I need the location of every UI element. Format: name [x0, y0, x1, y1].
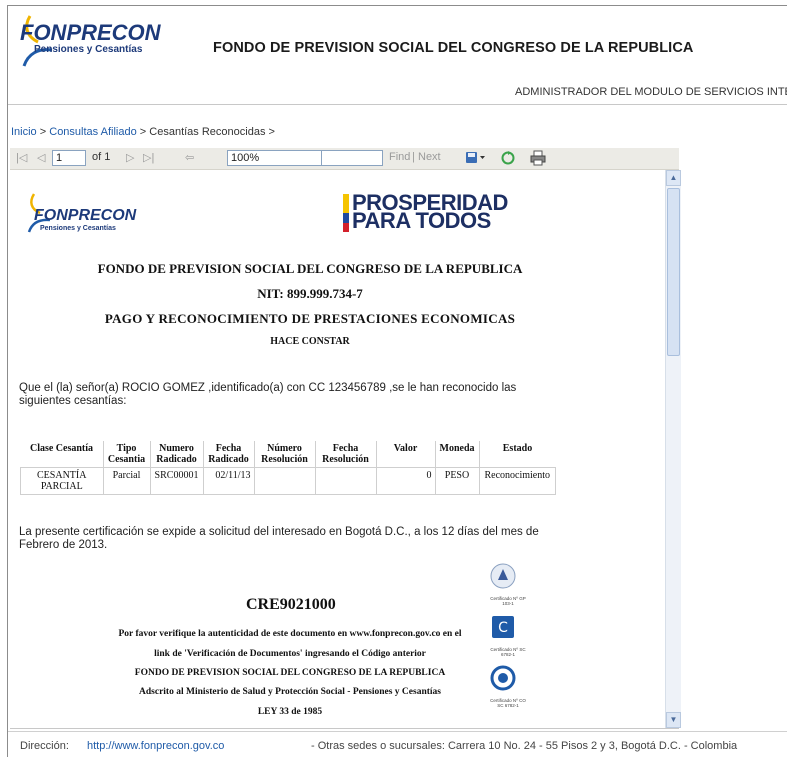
- report-viewport[interactable]: FONPRECON Pensiones y Cesantías PROSPERI…: [10, 170, 679, 729]
- other-offices-text: - Otras sedes o sucursales: Carrera 10 N…: [311, 740, 738, 752]
- cesantias-table: Clase Cesantía Tipo Cesantia Numero Radi…: [20, 441, 556, 495]
- certification-seal-icon: [490, 563, 516, 589]
- table-cell: Reconocimiento: [478, 467, 556, 495]
- certification-seal-icon: [490, 665, 516, 691]
- table-cell: [314, 467, 377, 495]
- breadcrumb-separator: >: [268, 126, 275, 138]
- footer-line: LEY 33 de 1985: [257, 707, 323, 717]
- table-cell: Parcial: [102, 467, 151, 495]
- certification-label: Certificado Nº SC 6782-1: [490, 647, 526, 657]
- logo-wordmark: FONPRECON: [20, 20, 161, 45]
- certification-seals: Certificado Nº GP 103-1 C Certificado Nº…: [490, 563, 526, 716]
- next-page-icon[interactable]: ▷: [126, 151, 134, 164]
- page-title: FONDO DE PREVISION SOCIAL DEL CONGRESO D…: [213, 40, 694, 56]
- column-header: Numero Radicado: [149, 441, 203, 468]
- find-next-link[interactable]: Next: [418, 151, 441, 163]
- table-cell: SRC00001: [149, 467, 204, 495]
- certification-label: Certificado Nº GP 103-1: [490, 596, 526, 606]
- website-link[interactable]: http://www.fonprecon.gov.co: [87, 740, 224, 752]
- footer-bar: Dirección: http://www.fonprecon.gov.co -…: [8, 731, 787, 758]
- column-header: Clase Cesantía: [29, 443, 94, 454]
- report-entity-title: FONDO DE PREVISION SOCIAL DEL CONGRESO D…: [97, 261, 523, 276]
- find-separator: |: [412, 151, 415, 163]
- breadcrumb-link-inicio[interactable]: Inicio: [11, 126, 37, 138]
- report-hace-constar: HACE CONSTAR: [270, 336, 350, 347]
- breadcrumb: Inicio > Consultas Afiliado > Cesantías …: [11, 126, 275, 138]
- scroll-up-icon[interactable]: ▲: [666, 170, 681, 186]
- verification-code: CRE9021000: [246, 596, 336, 613]
- scrollbar-thumb[interactable]: [667, 188, 680, 356]
- breadcrumb-separator: >: [139, 126, 147, 138]
- back-icon[interactable]: ⇦: [185, 151, 194, 164]
- breadcrumb-separator: >: [39, 126, 47, 138]
- report-statement: Que el (la) señor(a) ROCIO GOMEZ ,identi…: [19, 382, 517, 407]
- logo-tagline: Pensiones y Cesantías: [34, 44, 143, 55]
- table-header-row: Clase Cesantía Tipo Cesantia Numero Radi…: [20, 441, 556, 468]
- zoom-value: 100%: [231, 152, 260, 164]
- page-count-label: of 1: [92, 151, 111, 163]
- certification-label: Certificado Nº CO SC 6782-1: [490, 698, 526, 708]
- find-input[interactable]: [321, 150, 383, 166]
- breadcrumb-current: Cesantías Reconocidas: [149, 126, 266, 138]
- footer-line: FONDO DE PREVISION SOCIAL DEL CONGRESO D…: [134, 668, 446, 678]
- report-closing: La presente certificación se expide a so…: [19, 526, 539, 551]
- header-divider: [8, 104, 787, 105]
- slogan-line-2: PARA TODOS: [352, 208, 491, 233]
- report-toolbar: |◁ ◁ 1 of 1 ▷ ▷| ⇦ 100% ▼ Find | Next: [10, 148, 679, 170]
- column-header: Valor: [375, 441, 435, 468]
- first-page-icon[interactable]: |◁: [16, 151, 27, 164]
- column-header: Tipo Cesantia: [102, 441, 150, 468]
- table-row: CESANTÍA PARCIAL Parcial SRC00001 02/11/…: [20, 467, 556, 495]
- column-header: Fecha Resolución: [314, 441, 376, 468]
- report-logo-wordmark: FONPRECON: [34, 207, 137, 224]
- report-scrollbar[interactable]: ▲ ▼: [665, 170, 681, 728]
- table-cell: PESO: [434, 467, 480, 495]
- colombia-flag-mark: [343, 194, 349, 232]
- footer-line: link de 'Verificación de Documentos' ing…: [154, 649, 426, 659]
- footer-line: Por favor verifique la autenticidad de e…: [118, 629, 462, 639]
- column-header: Fecha Radicado: [202, 441, 254, 468]
- previous-page-icon[interactable]: ◁: [37, 151, 45, 164]
- last-page-icon[interactable]: ▷|: [143, 151, 154, 164]
- table-cell: 02/11/13: [202, 467, 255, 495]
- refresh-icon[interactable]: [500, 150, 516, 166]
- breadcrumb-link-consultas-afiliado[interactable]: Consultas Afiliado: [49, 126, 136, 138]
- print-icon[interactable]: [530, 150, 546, 166]
- user-role-label: ADMINISTRADOR DEL MODULO DE SERVICIOS IN…: [515, 86, 787, 98]
- footer-line: Adscrito al Ministerio de Salud y Protec…: [139, 687, 441, 697]
- find-link[interactable]: Find: [389, 151, 410, 163]
- export-icon[interactable]: [465, 150, 487, 166]
- report-logo-tagline: Pensiones y Cesantías: [40, 225, 116, 232]
- certification-seal-icon: C: [492, 616, 514, 638]
- column-header: Estado: [478, 441, 556, 468]
- table-cell: [253, 467, 316, 495]
- column-header: Moneda: [434, 441, 479, 468]
- table-cell: 0: [375, 467, 436, 495]
- scroll-down-icon[interactable]: ▼: [666, 712, 681, 728]
- column-header: Número Resolución: [253, 441, 315, 468]
- address-label: Dirección:: [20, 740, 69, 752]
- report-nit: NIT: 899.999.734-7: [257, 286, 363, 301]
- page-number-input[interactable]: 1: [52, 150, 86, 166]
- svg-text:C: C: [498, 620, 508, 636]
- report-section-title: PAGO Y RECONOCIMIENTO DE PRESTACIONES EC…: [104, 311, 516, 326]
- table-cell: CESANTÍA PARCIAL: [20, 467, 104, 495]
